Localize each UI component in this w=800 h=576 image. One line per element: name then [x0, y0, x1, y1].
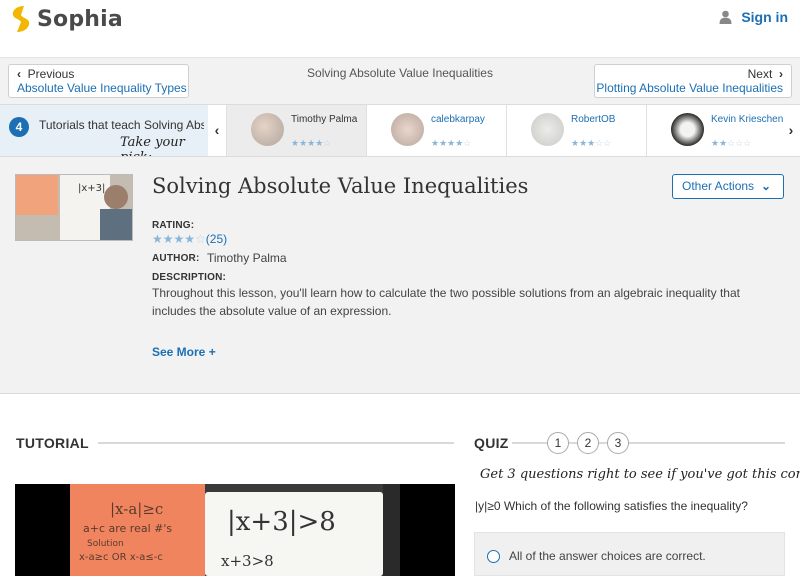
quiz-question-2[interactable]: 2 [577, 432, 599, 454]
answer-radio[interactable] [487, 550, 500, 563]
description-label: DESCRIPTION: [152, 272, 227, 283]
divider [98, 442, 454, 444]
take-your-pick-label: Take your pick: [120, 135, 185, 156]
video-formula-3: Solution [87, 539, 124, 549]
video-frame: |x-a|≥c a+c are real #'s Solution x-a≥c … [15, 484, 455, 576]
previous-lesson-link[interactable]: Absolute Value Inequality Types [17, 81, 188, 95]
video-formula-4: x-a≥c OR x-a≤-c [79, 552, 163, 563]
author-name: Timothy Palma [207, 251, 287, 265]
sophia-logo[interactable]: Sophia [10, 5, 123, 33]
tutorials-count-badge: 4 [9, 117, 29, 137]
quiz-question-3[interactable]: 3 [607, 432, 629, 454]
chevron-down-icon: ⌄ [760, 179, 771, 193]
tutorial-card[interactable]: RobertOB ★★★☆☆ [506, 105, 646, 156]
tutorial-author: Timothy Palma [291, 114, 358, 125]
next-lesson-link[interactable]: Plotting Absolute Value Inequalities [595, 81, 783, 95]
video-formula-6: x+3>8 [221, 552, 274, 570]
lesson-description: Throughout this lesson, you'll learn how… [152, 286, 740, 318]
video-formula-2: a+c are real #'s [83, 522, 172, 535]
tutorials-carousel: 4 Tutorials that teach Solving Absolute … [0, 104, 800, 157]
carousel-prev-arrow[interactable]: ‹ [208, 105, 226, 156]
top-bar: Sophia Sign in [0, 0, 800, 58]
sophia-logo-icon [12, 6, 30, 32]
answer-option[interactable]: All of the answer choices are correct. [474, 532, 785, 576]
next-label: Next [747, 67, 773, 81]
tutorial-card[interactable]: Timothy Palma ★★★★☆ [226, 105, 366, 156]
brand-name: Sophia [37, 6, 123, 32]
rating-count[interactable]: (25) [206, 232, 227, 246]
lesson-title: Solving Absolute Value Inequalities [152, 174, 529, 198]
current-lesson-title: Solving Absolute Value Inequalities [307, 66, 493, 80]
other-actions-dropdown[interactable]: Other Actions ⌄ [672, 174, 784, 199]
tutorials-label: Tutorials that teach Solving Absolute Va… [39, 118, 204, 132]
quiz-question-1[interactable]: 1 [547, 432, 569, 454]
see-more-link[interactable]: See More + [152, 345, 216, 359]
user-icon [719, 10, 732, 24]
tutorial-author: Kevin Krieschen [711, 114, 784, 125]
lesson-thumbnail-image: |x+3| [16, 175, 132, 240]
chevron-left-icon: ‹ [17, 67, 21, 81]
previous-lesson-button[interactable]: ‹ Previous Absolute Value Inequality Typ… [8, 64, 189, 98]
quiz-question-text: Which of the following satisfies the ine… [503, 499, 748, 513]
tutorial-thumbnail [531, 113, 564, 146]
tutorial-rating: ★★★☆☆ [571, 138, 612, 148]
tutorial-card[interactable]: calebkarpay ★★★★☆ [366, 105, 506, 156]
tutorial-video[interactable]: |x-a|≥c a+c are real #'s Solution x-a≥c … [15, 484, 455, 576]
tutorial-thumbnail [671, 113, 704, 146]
quiz-question: |y|≥0 Which of the following satisfies t… [475, 499, 748, 513]
previous-label: Previous [27, 67, 75, 81]
sign-in-label: Sign in [741, 9, 788, 25]
tutorial-heading: TUTORIAL [16, 435, 89, 451]
carousel-next-arrow[interactable]: › [782, 105, 800, 156]
video-formula-1: |x-a|≥c [110, 500, 163, 518]
tutorials-header: 4 Tutorials that teach Solving Absolute … [0, 105, 208, 156]
other-actions-label: Other Actions [682, 179, 755, 193]
rating-stars: ★★★★☆(25) [152, 232, 228, 246]
lesson-info-panel: |x+3| Solving Absolute Value Inequalitie… [0, 157, 800, 394]
lesson-navigation: ‹ Previous Absolute Value Inequality Typ… [0, 58, 800, 104]
tutorial-rating: ★★★★☆ [291, 138, 332, 148]
tutorial-thumbnail [391, 113, 424, 146]
quiz-question-expression: |y|≥0 [475, 499, 501, 513]
rating-label: RATING: [152, 220, 195, 231]
lesson-thumbnail[interactable]: |x+3| [15, 174, 133, 241]
tutorial-thumbnail [251, 113, 284, 146]
tutorial-author: RobertOB [571, 114, 616, 125]
quiz-heading: QUIZ [474, 435, 509, 451]
tutorial-card[interactable]: Kevin Krieschen ★★☆☆☆ [646, 105, 784, 156]
tutorial-rating: ★★☆☆☆ [711, 138, 752, 148]
chevron-right-icon: › [779, 67, 783, 81]
next-lesson-button[interactable]: Next › Plotting Absolute Value Inequalit… [594, 64, 792, 98]
thumbnail-formula: |x+3| [78, 183, 105, 194]
tutorial-author: calebkarpay [431, 114, 485, 125]
quiz-subtitle: Get 3 questions right to see if you've g… [480, 467, 800, 482]
author-label: AUTHOR: [152, 253, 200, 264]
tutorial-rating: ★★★★☆ [431, 138, 472, 148]
answer-text: All of the answer choices are correct. [509, 549, 706, 563]
sign-in-button[interactable]: Sign in [719, 9, 788, 25]
video-formula-5: |x+3|>8 [227, 507, 336, 537]
